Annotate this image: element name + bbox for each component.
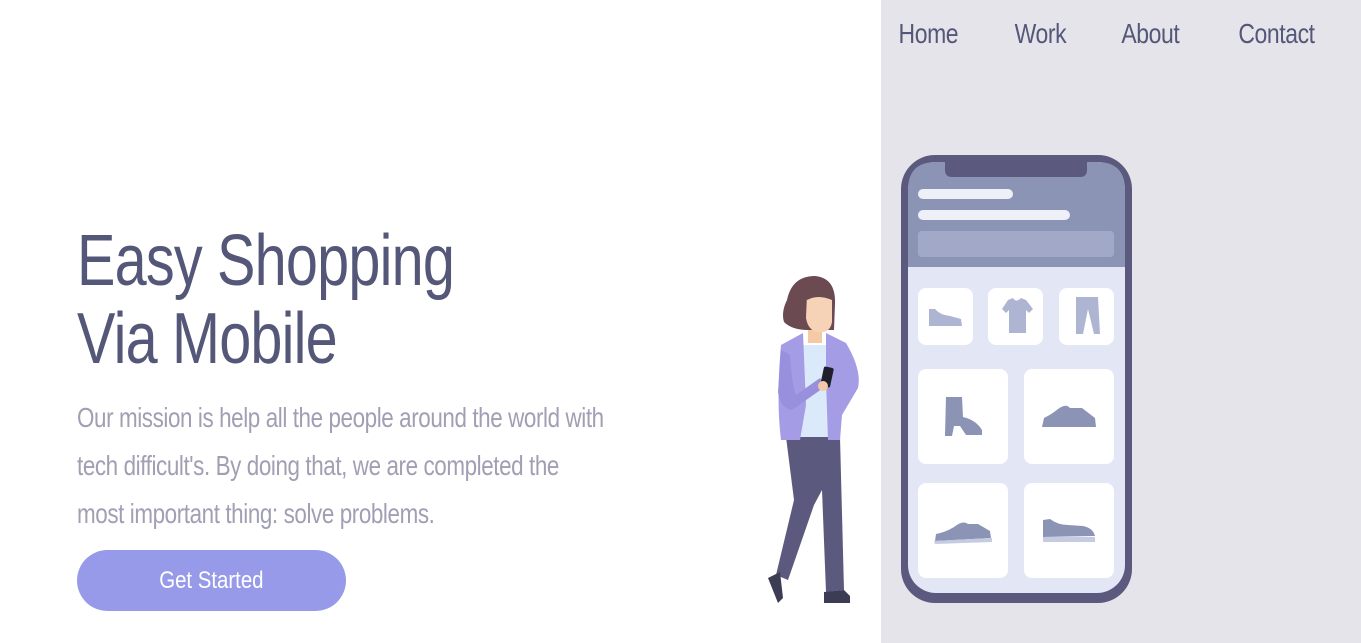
woman-figure [768,276,859,603]
product-tiles-small [918,288,1114,345]
shopping-illustration [768,155,1132,603]
